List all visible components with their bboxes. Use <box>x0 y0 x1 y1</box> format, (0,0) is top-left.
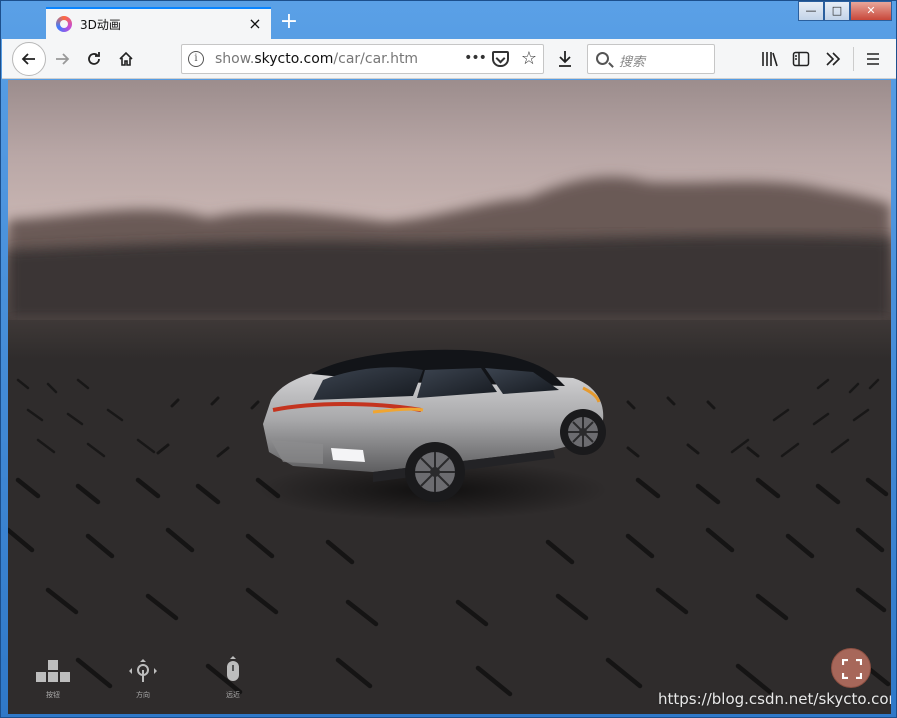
tab-title: 3D动画 <box>80 17 121 32</box>
window-controls: — □ ✕ <box>798 1 892 21</box>
url-text[interactable]: show.skycto.com/car/car.htm <box>215 51 418 67</box>
sidebar-button[interactable] <box>785 43 817 75</box>
fullscreen-icon <box>842 659 862 679</box>
fullscreen-button[interactable] <box>831 648 871 688</box>
search-placeholder: 搜索 <box>619 55 646 70</box>
forward-button[interactable] <box>46 43 78 75</box>
minimize-button[interactable]: — <box>798 1 824 21</box>
search-icon <box>596 52 609 65</box>
title-bar: 3D动画 × + — □ ✕ <box>1 1 897 39</box>
mouse-scroll-icon <box>227 656 239 681</box>
home-icon <box>119 51 133 66</box>
hud-keys-label: 按钮 <box>46 691 60 699</box>
nav-toolbar: i show.skycto.com/car/car.htm ••• ☆ 搜索 <box>2 39 896 79</box>
site-favicon-icon <box>56 16 72 32</box>
search-bar[interactable]: 搜索 <box>587 44 715 74</box>
hud-direction-label: 方向 <box>136 691 150 699</box>
3d-scene-canvas[interactable]: 按钮 方向 远近 https://blog.csdn.net/skycto.co… <box>8 80 891 714</box>
close-window-button[interactable]: ✕ <box>850 1 892 21</box>
hud-direction[interactable]: 方向 <box>123 658 163 700</box>
hud-zoom-label: 远近 <box>226 691 240 699</box>
url-path: /car/car.htm <box>333 51 419 67</box>
library-icon <box>762 52 778 67</box>
back-button[interactable] <box>12 42 46 76</box>
menu-button[interactable] <box>857 43 889 75</box>
reload-button[interactable] <box>78 43 110 75</box>
library-button[interactable] <box>754 43 786 75</box>
overflow-button[interactable] <box>817 43 849 75</box>
keyboard-keys-icon <box>36 660 70 682</box>
reload-icon <box>88 52 100 65</box>
menu-icon <box>867 53 879 65</box>
maximize-button[interactable]: □ <box>824 1 850 21</box>
address-bar[interactable]: i show.skycto.com/car/car.htm ••• ☆ <box>181 44 544 74</box>
new-tab-button[interactable]: + <box>277 9 301 35</box>
rotate-direction-icon <box>129 659 157 682</box>
sidebar-icon <box>792 51 810 67</box>
url-prefix: show. <box>215 51 255 67</box>
site-info-icon[interactable]: i <box>188 51 204 67</box>
forward-icon <box>56 53 70 65</box>
hud-keys[interactable]: 按钮 <box>33 660 73 700</box>
toolbar-divider <box>853 47 854 71</box>
bookmark-star-icon[interactable]: ☆ <box>518 45 540 73</box>
browser-window: 3D动画 × + — □ ✕ i show.skycto.com/car/car… <box>0 0 897 718</box>
pocket-icon[interactable] <box>492 51 509 67</box>
tab-active[interactable]: 3D动画 × <box>46 7 271 39</box>
download-icon <box>559 51 571 67</box>
downloads-button[interactable] <box>549 43 581 75</box>
page-actions-icon[interactable]: ••• <box>464 45 487 73</box>
car-model[interactable] <box>253 340 613 520</box>
overflow-icon <box>826 52 841 66</box>
hud-zoom[interactable]: 远近 <box>213 656 253 700</box>
watermark-text: https://blog.csdn.net/skycto.com <box>658 690 891 708</box>
tab-close-icon[interactable]: × <box>245 14 265 34</box>
back-icon <box>21 53 35 65</box>
url-domain: skycto.com <box>254 51 334 67</box>
home-button[interactable] <box>110 43 142 75</box>
